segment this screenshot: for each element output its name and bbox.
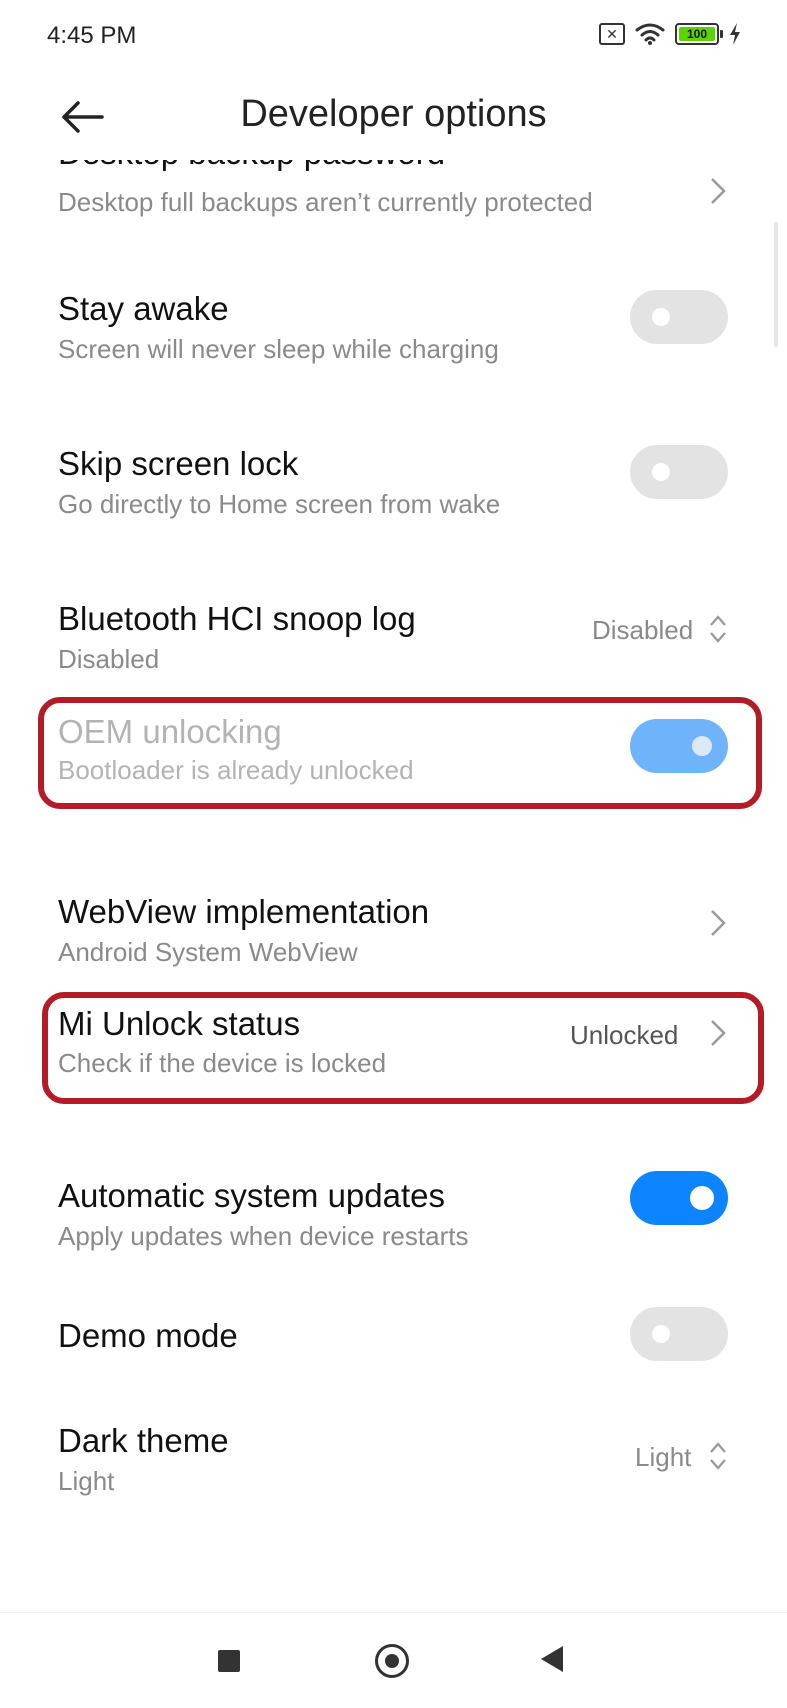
setting-title: Bluetooth HCI snoop log <box>58 600 416 637</box>
setting-desktop-backup-password[interactable]: Desktop backup password Desktop full bac… <box>0 160 787 240</box>
wifi-icon <box>635 23 665 45</box>
setting-subtitle: Check if the device is locked <box>58 1048 387 1078</box>
setting-title: Dark theme <box>58 1422 229 1459</box>
setting-title: Desktop backup password <box>58 160 445 172</box>
setting-automatic-system-updates[interactable]: Automatic system updates Apply updates w… <box>0 1171 787 1317</box>
setting-oem-unlocking: OEM unlocking Bootloader is already unlo… <box>0 713 787 895</box>
charging-bolt-icon <box>730 23 740 45</box>
setting-title: Stay awake <box>58 290 229 327</box>
setting-subtitle: Go directly to Home screen from wake <box>58 489 501 519</box>
chevron-right-icon <box>711 910 726 936</box>
battery-icon: 100 <box>675 23 723 45</box>
dropdown-value: Light <box>635 1442 692 1472</box>
stay-awake-toggle[interactable] <box>630 290 728 344</box>
navigation-bar <box>0 1612 787 1708</box>
setting-mi-unlock-status[interactable]: Mi Unlock status Check if the device is … <box>0 1005 787 1188</box>
setting-title: OEM unlocking <box>58 713 282 750</box>
chevron-right-icon <box>711 1020 726 1046</box>
setting-title: WebView implementation <box>58 893 430 930</box>
status-bar: 4:45 PM ✕ 100 <box>0 0 787 72</box>
page-title: Developer options <box>240 93 547 135</box>
oem-unlocking-toggle <box>630 719 728 773</box>
status-icons: ✕ 100 <box>599 22 741 46</box>
back-triangle-icon[interactable] <box>541 1646 563 1672</box>
setting-subtitle: Screen will never sleep while charging <box>58 334 499 364</box>
home-circle-icon[interactable] <box>375 1644 409 1678</box>
setting-subtitle: Bootloader is already unlocked <box>58 755 414 785</box>
setting-demo-mode[interactable]: Demo mode <box>0 1307 787 1437</box>
status-time: 4:45 PM <box>47 22 137 49</box>
setting-stay-awake[interactable]: Stay awake Screen will never sleep while… <box>0 290 787 430</box>
setting-title: Demo mode <box>58 1317 238 1354</box>
sim-error-icon: ✕ <box>599 23 625 45</box>
demo-mode-toggle[interactable] <box>630 1307 728 1361</box>
setting-title: Automatic system updates <box>58 1177 446 1214</box>
setting-dark-theme[interactable]: Dark theme Light Light <box>0 1422 787 1562</box>
setting-title: Mi Unlock status <box>58 1005 301 1042</box>
setting-subtitle: Desktop full backups aren’t currently pr… <box>58 187 593 217</box>
setting-subtitle: Light <box>58 1466 115 1496</box>
app-header: Developer options <box>0 72 787 162</box>
setting-skip-screen-lock[interactable]: Skip screen lock Go directly to Home scr… <box>0 445 787 585</box>
setting-subtitle: Disabled <box>58 644 160 674</box>
skip-screen-lock-toggle[interactable] <box>630 445 728 499</box>
setting-subtitle: Apply updates when device restarts <box>58 1221 469 1251</box>
setting-subtitle: Android System WebView <box>58 937 358 967</box>
up-down-chevron-icon <box>710 615 726 643</box>
battery-level: 100 <box>686 27 708 41</box>
status-value: Unlocked <box>570 1020 679 1050</box>
settings-list: Desktop backup password Desktop full bac… <box>0 160 787 1615</box>
chevron-right-icon <box>711 178 726 204</box>
dropdown-value: Disabled <box>592 615 694 645</box>
automatic-system-updates-toggle[interactable] <box>630 1171 728 1225</box>
recents-square-icon[interactable] <box>218 1650 240 1672</box>
up-down-chevron-icon <box>710 1442 726 1470</box>
setting-title: Skip screen lock <box>58 445 299 482</box>
